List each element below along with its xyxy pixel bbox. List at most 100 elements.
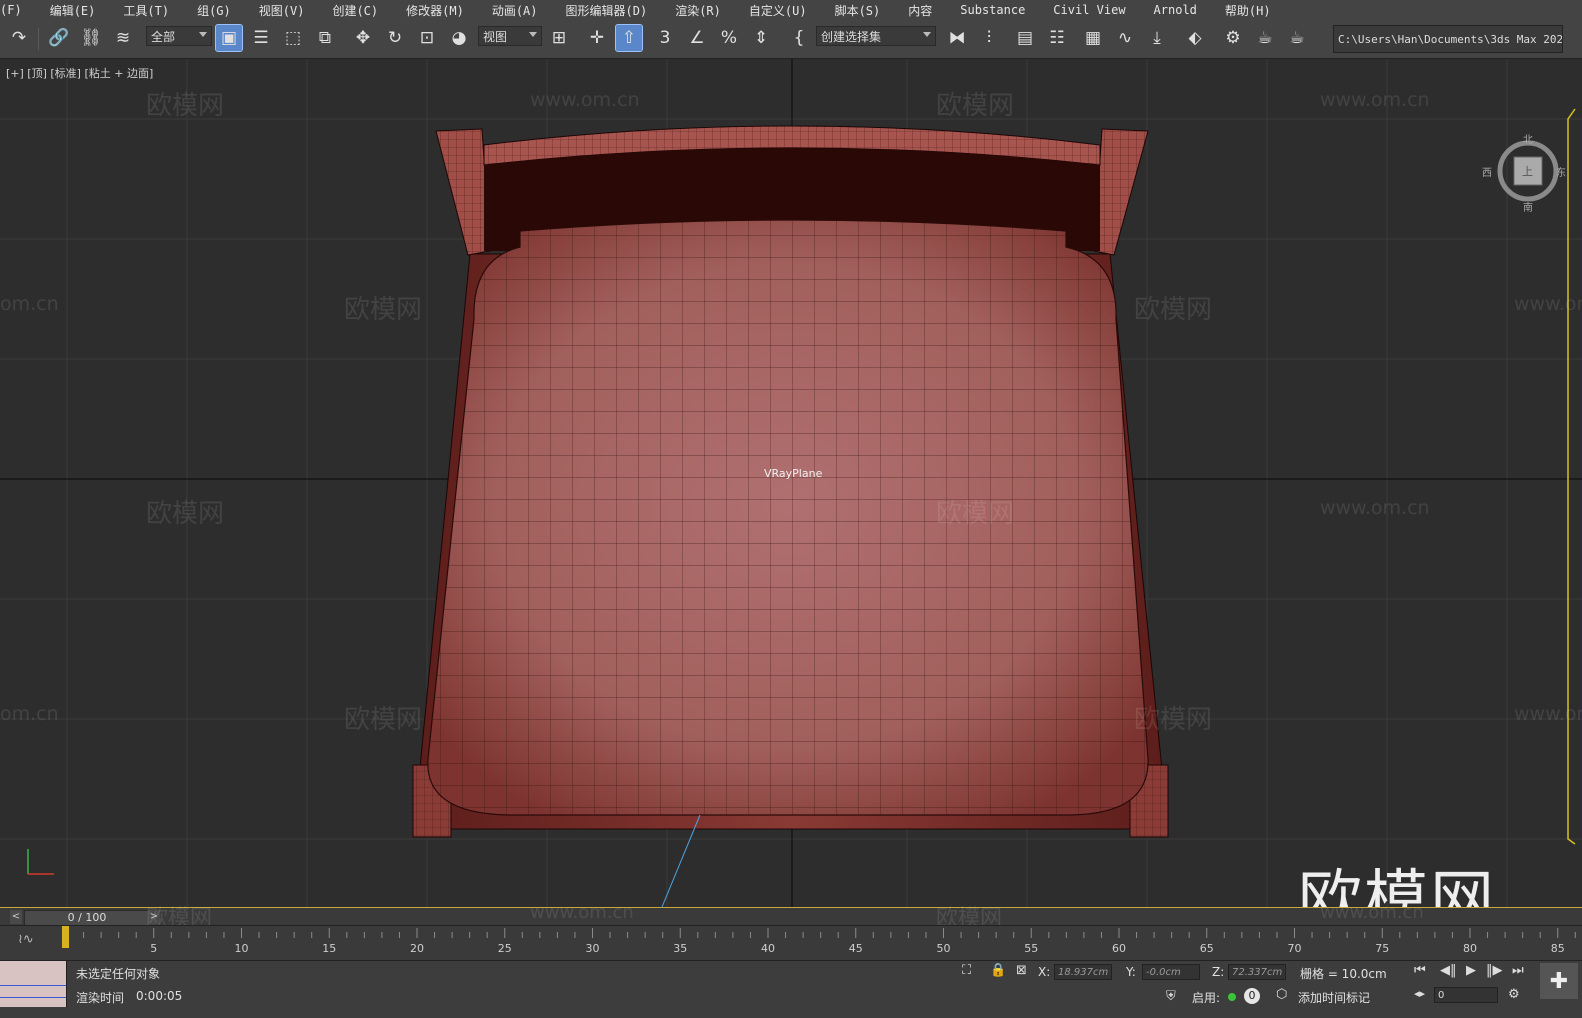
current-frame-marker[interactable] [62,926,69,948]
menu-item-0[interactable]: (F) [0,3,36,17]
menu-item-2[interactable]: 工具(T) [109,2,183,19]
watermark: 欧模网 [936,91,1015,121]
mirror-icon[interactable]: ⧓ [944,25,970,51]
menu-item-11[interactable]: 脚本(S) [821,2,895,19]
status-bar: 未选定任何对象 渲染时间 0:00:05 ⛶ 🔒 ⊠ X: 18.937cm Y… [0,960,1582,1018]
menu-item-10[interactable]: 自定义(U) [735,2,821,19]
placement-icon[interactable]: ◕ [446,25,472,51]
menu-item-13[interactable]: Substance [946,3,1039,17]
maxscript-listener-mini[interactable] [0,961,67,1007]
time-slider[interactable]: 0 / 100 [24,910,150,926]
menu-item-3[interactable]: 组(G) [183,2,245,19]
viewport-top[interactable]: [+] [顶] [标准] [粘土 + 边面] 欧模网 www.om.cn 欧模网… [0,59,1582,907]
current-frame-field[interactable]: 0 [1434,987,1498,1003]
menu-item-9[interactable]: 渲染(R) [661,2,735,19]
menu-item-4[interactable]: 视图(V) [245,2,319,19]
watermark: 欧模网 [344,705,423,735]
pivot-center-icon[interactable]: ⊞ [546,25,572,51]
edit-named-selection-icon[interactable]: { [786,25,812,51]
spinner-snap-icon[interactable]: ⇕ [748,25,774,51]
unlink-icon[interactable]: ⛓ [78,25,104,51]
menu-item-5[interactable]: 创建(C) [318,2,392,19]
enable-label: 启用: [1192,991,1221,1005]
reference-coord-dropdown[interactable]: 视图 [478,26,542,46]
align-icon[interactable]: ⫶ [976,25,1002,51]
go-to-end-icon[interactable]: ⏭ [1512,963,1524,978]
angle-snap-icon[interactable]: ∠ [684,25,710,51]
selection-filter-dropdown[interactable]: 全部 [146,26,212,46]
timeline-tick-label: 65 [1200,942,1214,955]
menu-item-7[interactable]: 动画(A) [478,2,552,19]
x-coord-field[interactable]: 18.937cm [1054,964,1112,980]
named-selection-dropdown[interactable]: 创建选择集 [816,26,936,46]
absolute-mode-icon[interactable]: ⊠ [1016,963,1027,978]
watermark: www.om.cn [530,89,640,111]
timeline-tick-label: 10 [235,942,249,955]
percent-snap-icon[interactable]: % [716,25,742,51]
time-tag-icon[interactable]: ⬡ [1276,987,1287,1002]
menu-item-1[interactable]: 编辑(E) [36,2,110,19]
link-icon[interactable]: 🔗 [46,25,72,51]
ribbon-toggle-icon[interactable]: ▦ [1080,25,1106,51]
viewcube-top-face[interactable]: 上 [1522,163,1533,179]
menu-item-8[interactable]: 图形编辑器(D) [552,2,662,19]
select-manipulate-icon[interactable]: ✛ [584,25,610,51]
scene-explorer-icon[interactable]: ▤ [1012,25,1038,51]
prev-frame-arrow-icon[interactable]: < [10,910,22,924]
z-coord-field[interactable]: 72.337cm [1228,964,1286,980]
redo-icon[interactable]: ↷ [6,25,32,51]
render-setup-icon[interactable]: ⚙ [1220,25,1246,51]
viewport-label[interactable]: [+] [顶] [标准] [粘土 + 边面] [6,65,153,81]
watermark: www.om.cn [1320,497,1430,519]
viewcube-west[interactable]: 西 [1482,164,1492,179]
viewcube-north[interactable]: 北 [1523,131,1533,146]
selection-lock-icon[interactable]: 🔒 [990,963,1006,978]
material-editor-icon[interactable]: ⬖ [1182,25,1208,51]
enable-count-badge[interactable]: 0 [1244,988,1260,1004]
select-by-name-icon[interactable]: ☰ [248,25,274,51]
y-coord-field[interactable]: -0.0cm [1142,964,1200,980]
watermark: www.om.cn [1320,89,1430,111]
viewcube-east[interactable]: 东 [1556,164,1566,179]
select-object-icon[interactable]: ▣ [215,24,243,52]
safe-frame-edge [1567,108,1576,845]
curve-editor-mini-icon[interactable]: ≀∿ [18,932,34,947]
object-label: VRayPlane [764,467,823,480]
keyboard-shortcut-override-icon[interactable]: ⇧ [615,24,643,52]
time-spinner-icon[interactable]: ◂▸ [1414,987,1425,1000]
menu-item-14[interactable]: Civil View [1039,3,1139,17]
project-path-field[interactable]: C:\Users\Han\Documents\3ds Max 2022 [1333,25,1563,53]
add-time-tag-button[interactable]: 添加时间标记 [1298,989,1370,1006]
rotate-icon[interactable]: ↻ [382,25,408,51]
bind-spacewarp-icon[interactable]: ≋ [110,25,136,51]
menu-item-16[interactable]: 帮助(H) [1211,2,1285,19]
scale-icon[interactable]: ⊡ [414,25,440,51]
isolate-selection-icon[interactable]: ⛶ [962,963,971,978]
timeline-tick-label: 50 [937,942,951,955]
window-crossing-icon[interactable]: ⧉ [312,25,338,51]
play-icon[interactable]: ▶ [1466,963,1476,978]
timeline-tick-label: 80 [1463,942,1477,955]
schematic-view-icon[interactable]: ⤓ [1144,25,1170,51]
menu-item-12[interactable]: 内容 [894,2,946,19]
rendered-frame-window-icon[interactable]: ☕ [1252,25,1278,51]
viewcube-south[interactable]: 南 [1523,199,1533,214]
next-key-icon[interactable]: ‖▶ [1486,963,1503,978]
time-config-icon[interactable]: ⚙ [1508,987,1520,1002]
time-slider-bar: < 0 / 100 > www.om.cn 欧模网 欧模网 www.om.cn [0,902,1582,931]
track-bar[interactable]: ≀∿ 5 10 15 20 25 30 35 40 45 50 55 60 65 70 75 80 85 [0,925,1582,960]
watermark: 欧模网 [344,295,423,325]
layer-explorer-icon[interactable]: ☷ [1044,25,1070,51]
go-to-start-icon[interactable]: ⏮ [1414,963,1426,978]
viewcube[interactable]: 北 南 西 东 上 [1482,135,1566,214]
menu-item-15[interactable]: Arnold [1140,3,1211,17]
prev-key-icon[interactable]: ◀‖ [1440,963,1457,978]
viewport-nav-maximize-icon[interactable]: ✚ [1540,963,1578,999]
curve-editor-icon[interactable]: ∿ [1112,25,1138,51]
snaps-toggle-icon[interactable]: 3 [652,25,678,51]
menu-item-6[interactable]: 修改器(M) [392,2,478,19]
rect-selection-region-icon[interactable]: ⬚ [280,25,306,51]
move-icon[interactable]: ✥ [350,25,376,51]
render-production-icon[interactable]: ☕ [1284,25,1310,51]
adaptive-degradation-icon[interactable]: ⛨ [1166,989,1176,1004]
